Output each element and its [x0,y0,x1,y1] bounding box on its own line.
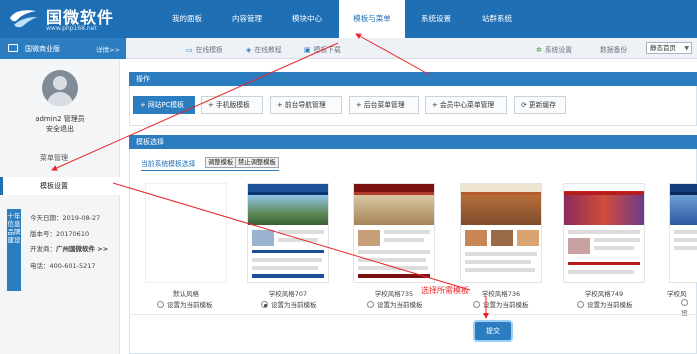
annotation-arrow-nav [355,33,431,76]
annotation-arrows [51,33,489,319]
annotation-arrow-sidebar [51,42,339,171]
annotation-text: 选择所需模板 [421,286,469,295]
annotation-line-templates [112,182,471,291]
